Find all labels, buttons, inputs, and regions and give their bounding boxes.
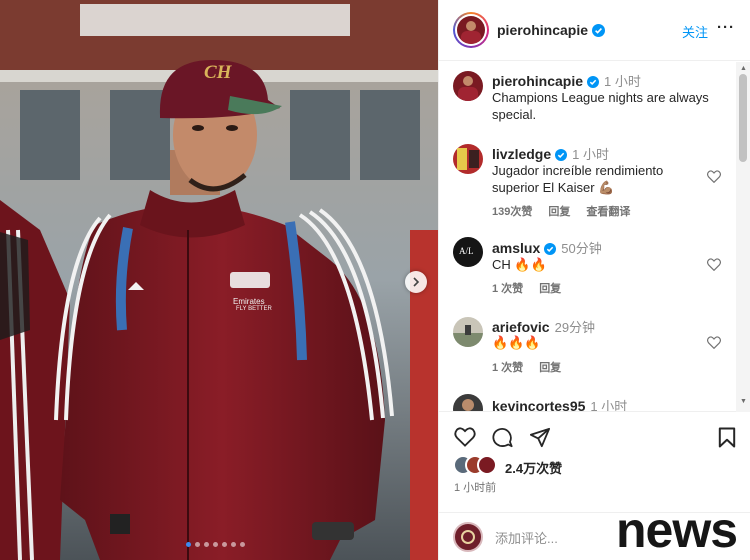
comment-username-row[interactable]: livzledge 1 小时 <box>492 144 609 163</box>
verified-badge-icon <box>544 243 557 255</box>
comment-username-row[interactable]: kevincortes95 1 小时 <box>492 396 628 412</box>
comment-avatar[interactable]: A/L <box>453 237 483 267</box>
post-photo: CH Emirates FLY BETTER <box>0 0 438 560</box>
carousel-next-button[interactable] <box>405 271 427 293</box>
comment-text: Jugador increíble rendimiento superior E… <box>492 163 664 195</box>
verified-badge-icon <box>555 149 568 161</box>
comment-text: 🔥🔥🔥 <box>492 335 541 350</box>
translate-button[interactable]: 查看翻译 <box>586 206 630 218</box>
carousel-dot[interactable] <box>231 542 236 547</box>
scroll-down-arrow-icon[interactable]: ▼ <box>740 398 747 405</box>
caption-time: 1 小时 <box>604 74 641 89</box>
comment-time: 1 小时 <box>572 147 609 162</box>
post-timestamp: 1 小时前 <box>454 482 497 494</box>
comment-username[interactable]: livzledge <box>492 146 551 162</box>
comment-avatar[interactable] <box>453 317 483 347</box>
cap-logo: CH <box>204 62 232 83</box>
carousel-dot[interactable] <box>222 542 227 547</box>
comment-likes[interactable]: 139次赞 <box>492 206 532 218</box>
comment-username[interactable]: ariefovic <box>492 319 550 335</box>
caption-username-row[interactable]: pierohincapie 1 小时 <box>492 71 641 90</box>
carousel-dot[interactable] <box>195 542 200 547</box>
carousel-dot[interactable] <box>240 542 245 547</box>
comments-list[interactable]: pierohincapie 1 小时 Champions League night… <box>439 62 750 412</box>
comment-like-heart-icon[interactable] <box>707 170 721 183</box>
comment-time: 50分钟 <box>561 241 602 256</box>
reply-button[interactable]: 回复 <box>548 206 570 218</box>
scroll-up-arrow-icon[interactable]: ▲ <box>740 65 747 72</box>
comment-like-heart-icon[interactable] <box>707 336 721 349</box>
carousel-dot[interactable] <box>186 542 191 547</box>
player-photo <box>0 0 438 560</box>
comment-username[interactable]: amslux <box>492 240 540 256</box>
caption-username[interactable]: pierohincapie <box>492 73 583 89</box>
news-watermark: news <box>616 502 738 558</box>
header-username[interactable]: pierohincapie <box>497 22 588 38</box>
comment-username[interactable]: kevincortes95 <box>492 398 585 411</box>
comment-likes[interactable]: 1 次赞 <box>492 283 523 295</box>
jacket-sponsor-subtext: FLY BETTER <box>236 306 272 312</box>
add-comment-input[interactable]: 添加评论... <box>495 528 558 547</box>
comments-scrollbar[interactable]: ▲ ▼ <box>736 62 750 412</box>
comment-icon[interactable] <box>492 427 513 448</box>
liker-avatar <box>477 455 497 475</box>
more-options-button[interactable]: ··· <box>717 20 735 35</box>
comment-meta: 1 次赞 回复 <box>492 359 577 375</box>
scroll-thumb[interactable] <box>739 74 747 162</box>
post-panel: pierohincapie 关注 ··· pierohincapie 1 小时 C… <box>438 0 750 560</box>
bookmark-icon[interactable] <box>718 427 736 448</box>
jacket-sponsor-text: Emirates <box>233 297 265 306</box>
carousel-dot[interactable] <box>204 542 209 547</box>
follow-button[interactable]: 关注 <box>682 22 708 41</box>
verified-badge-icon <box>592 24 606 37</box>
current-user-avatar <box>453 522 483 552</box>
reply-button[interactable]: 回复 <box>539 283 561 295</box>
comment-avatar[interactable] <box>453 144 483 174</box>
likes-count[interactable]: 2.4万次赞 <box>505 458 562 477</box>
carousel-dot[interactable] <box>213 542 218 547</box>
comment-meta: 1 次赞 回复 <box>492 280 577 296</box>
caption-text: Champions League nights are always speci… <box>492 90 709 122</box>
post-actions: 2.4万次赞 1 小时前 <box>439 413 750 513</box>
reply-button[interactable]: 回复 <box>539 362 561 374</box>
carousel-dots <box>186 542 245 547</box>
comment-likes[interactable]: 1 次赞 <box>492 362 523 374</box>
header-username-row[interactable]: pierohincapie <box>497 22 606 38</box>
verified-badge-icon <box>587 76 600 88</box>
comment-username-row[interactable]: amslux 50分钟 <box>492 238 602 257</box>
share-icon[interactable] <box>529 427 551 448</box>
comment-meta: 139次赞 回复 查看翻译 <box>492 203 646 219</box>
comment-avatar[interactable] <box>453 394 483 411</box>
heart-icon[interactable] <box>454 427 476 447</box>
chevron-right-icon <box>413 277 420 287</box>
comment-text: CH 🔥🔥 <box>492 257 547 272</box>
story-ring[interactable] <box>453 12 489 48</box>
comment-time: 29分钟 <box>554 320 596 335</box>
comment-time: 1 小时 <box>590 399 628 412</box>
post-header: pierohincapie 关注 ··· <box>439 0 750 61</box>
avatar <box>457 16 485 44</box>
comment-like-heart-icon[interactable] <box>707 258 721 271</box>
caption-avatar[interactable] <box>453 71 483 101</box>
